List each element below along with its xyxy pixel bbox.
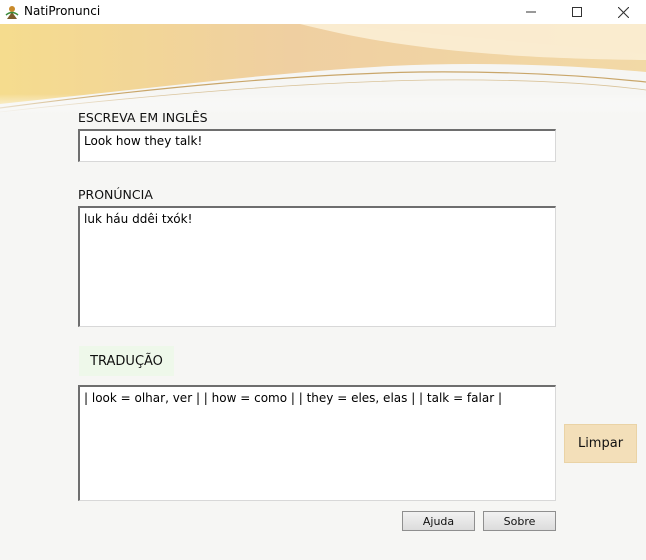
translation-label: TRADUÇÃO [79, 346, 174, 376]
app-window: NatiPronunci ESCREVA EM INGLÊS Look how … [0, 0, 646, 560]
pronunciation-output[interactable]: luk háu ddêi txók! [78, 206, 556, 327]
app-logo-icon [5, 6, 19, 19]
minimize-icon [526, 11, 536, 13]
minimize-button[interactable] [508, 0, 554, 24]
pronunciation-label: PRONÚNCIA [78, 187, 153, 202]
help-button[interactable]: Ajuda [402, 511, 475, 531]
translation-output[interactable]: | look = olhar, ver | | how = como | | t… [78, 385, 556, 501]
header-wave-banner [0, 24, 646, 114]
about-button[interactable]: Sobre [483, 511, 556, 531]
english-input[interactable]: Look how they talk! [78, 129, 556, 162]
maximize-icon [572, 7, 582, 17]
close-icon [617, 6, 629, 18]
title-bar[interactable]: NatiPronunci [0, 0, 646, 24]
window-title: NatiPronunci [24, 4, 101, 18]
clear-button[interactable]: Limpar [564, 424, 637, 463]
close-button[interactable] [600, 0, 646, 24]
maximize-button[interactable] [554, 0, 600, 24]
english-label: ESCREVA EM INGLÊS [78, 110, 208, 125]
